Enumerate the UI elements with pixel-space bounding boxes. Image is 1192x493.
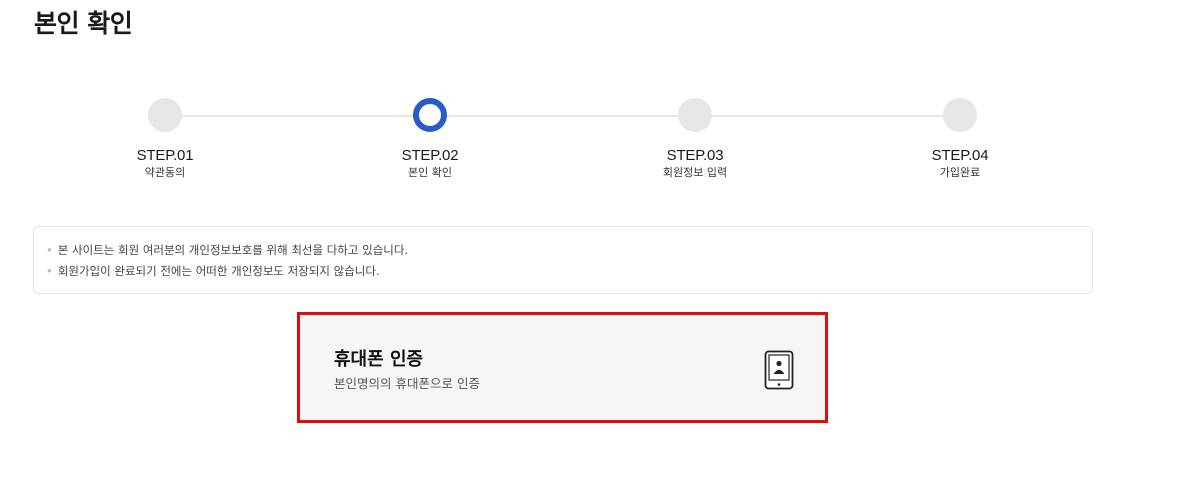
step-label: STEP.01	[136, 147, 194, 164]
step-indicator-active	[413, 98, 447, 132]
notice-text: 본 사이트는 회원 여러분의 개인정보보호를 위해 최선을 다하고 있습니다.	[57, 243, 409, 257]
stepper-line	[165, 115, 960, 117]
step-member-info: STEP.03 회원정보 입력	[625, 98, 765, 180]
step-label: STEP.02	[401, 147, 459, 164]
step-indicator	[678, 98, 712, 132]
step-label: STEP.04	[931, 147, 989, 164]
notice-text: 회원가입이 완료되기 전에는 어떠한 개인정보도 저장되지 않습니다.	[57, 264, 380, 278]
step-complete: STEP.04 가입완료	[890, 98, 1030, 180]
privacy-notice-box: • 본 사이트는 회원 여러분의 개인정보보호를 위해 최선을 다하고 있습니다.…	[33, 226, 1093, 294]
step-sublabel: 본인 확인	[408, 166, 452, 179]
step-indicator	[943, 98, 977, 132]
notice-item: • 본 사이트는 회원 여러분의 개인정보보호를 위해 최선을 다하고 있습니다.	[46, 240, 1092, 261]
step-sublabel: 가입완료	[939, 166, 981, 179]
bullet-icon: •	[46, 264, 53, 278]
notice-item: • 회원가입이 완료되기 전에는 어떠한 개인정보도 저장되지 않습니다.	[46, 261, 1092, 282]
step-sublabel: 회원정보 입력	[662, 166, 728, 179]
step-terms: STEP.01 약관동의	[95, 98, 235, 180]
step-identity-verification: STEP.02 본인 확인	[360, 98, 500, 180]
step-indicator	[148, 98, 182, 132]
step-sublabel: 약관동의	[144, 166, 186, 179]
step-label: STEP.03	[666, 147, 724, 164]
bullet-icon: •	[46, 243, 53, 257]
signup-stepper: STEP.01 약관동의 STEP.02 본인 확인 STEP.03 회원정보 …	[0, 0, 1192, 200]
phone-person-icon	[764, 350, 794, 390]
auth-option-description: 본인명의의 휴대폰으로 인증	[334, 376, 480, 391]
phone-verification-button[interactable]: 휴대폰 인증 본인명의의 휴대폰으로 인증	[297, 312, 828, 423]
auth-option-title: 휴대폰 인증	[334, 349, 424, 370]
